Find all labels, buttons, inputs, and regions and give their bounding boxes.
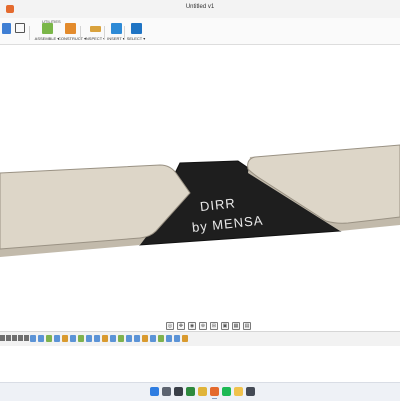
spotify-icon[interactable] — [222, 387, 231, 396]
orbit-icon[interactable]: ◎ — [166, 322, 174, 330]
timeline-feature[interactable] — [78, 335, 84, 342]
timeline-feature[interactable] — [46, 335, 52, 342]
toolbar-divider — [80, 26, 81, 40]
canvas-viewport[interactable]: DIRR by MENSA — [0, 45, 400, 330]
zoom-icon[interactable]: ⊕ — [199, 322, 207, 330]
toolbar-divider — [104, 26, 105, 40]
move-button[interactable] — [14, 23, 26, 43]
grid-icon[interactable]: ▦ — [232, 322, 240, 330]
ribbon-toolbar: UTILITIES ASSEMBLE ▾ CONSTRUCT ▾ INSPECT… — [0, 18, 400, 45]
app-icon[interactable] — [246, 387, 255, 396]
timeline-feature[interactable] — [110, 335, 116, 342]
construct-menu[interactable]: CONSTRUCT ▾ — [58, 23, 87, 43]
timeline-feature[interactable] — [94, 335, 100, 342]
timeline-feature[interactable] — [86, 335, 92, 342]
file-explorer-icon[interactable] — [234, 387, 243, 396]
fit-icon[interactable]: ⊞ — [210, 322, 218, 330]
chrome-icon[interactable] — [198, 387, 207, 396]
inspect-label: INSPECT ▾ — [84, 36, 106, 41]
navigation-bar: ◎ ✥ ◉ ⊕ ⊞ ▣ ▦ ▤ — [166, 322, 251, 331]
construct-icon — [64, 23, 76, 34]
play-icon[interactable] — [12, 335, 17, 341]
select-label: SELECT ▾ — [126, 36, 146, 41]
timeline-controls — [0, 335, 29, 341]
document-title: Untitled v1 — [185, 4, 215, 10]
insert-icon — [110, 23, 122, 34]
inspect-icon — [89, 26, 101, 32]
go-to-end-icon[interactable] — [24, 335, 29, 341]
title-bar: Untitled v1 — [0, 0, 400, 19]
step-back-icon[interactable] — [6, 335, 11, 341]
timeline-feature[interactable] — [30, 335, 36, 342]
task-view-icon[interactable] — [174, 387, 183, 396]
timeline-feature[interactable] — [174, 335, 180, 342]
timeline-feature[interactable] — [150, 335, 156, 342]
model-render: DIRR by MENSA — [0, 144, 400, 257]
timeline-feature[interactable] — [118, 335, 124, 342]
construct-label: CONSTRUCT ▾ — [58, 36, 87, 41]
timeline-feature[interactable] — [142, 335, 148, 342]
timeline-feature[interactable] — [70, 335, 76, 342]
desktop-background — [0, 346, 400, 382]
display-settings-icon[interactable]: ▣ — [221, 322, 229, 330]
fusion-taskbar-icon[interactable] — [210, 387, 219, 396]
windows-start-icon[interactable] — [150, 387, 159, 396]
select-icon — [130, 23, 142, 34]
timeline-feature[interactable] — [126, 335, 132, 342]
viewports-icon[interactable]: ▤ — [243, 322, 251, 330]
timeline-feature[interactable] — [166, 335, 172, 342]
new-component-icon — [1, 23, 11, 34]
inspect-menu[interactable]: INSPECT ▾ — [84, 23, 106, 43]
move-icon — [15, 23, 25, 33]
toolbar-divider — [124, 26, 125, 40]
timeline-feature[interactable] — [158, 335, 164, 342]
xbox-icon[interactable] — [186, 387, 195, 396]
timeline-feature[interactable] — [54, 335, 60, 342]
search-icon[interactable] — [162, 387, 171, 396]
timeline — [0, 331, 400, 347]
timeline-feature[interactable] — [62, 335, 68, 342]
look-at-icon[interactable]: ◉ — [188, 322, 196, 330]
step-forward-icon[interactable] — [18, 335, 23, 341]
timeline-feature[interactable] — [38, 335, 44, 342]
timeline-feature[interactable] — [134, 335, 140, 342]
insert-menu[interactable]: INSERT ▾ — [106, 23, 126, 43]
toolbar-divider — [29, 26, 30, 40]
timeline-feature[interactable] — [182, 335, 188, 342]
windows-taskbar — [0, 382, 400, 401]
active-app-indicator — [212, 398, 217, 399]
insert-label: INSERT ▾ — [107, 36, 125, 41]
assemble-icon — [41, 23, 53, 34]
new-component-button[interactable] — [0, 23, 12, 43]
select-menu[interactable]: SELECT ▾ — [126, 23, 146, 43]
timeline-feature[interactable] — [102, 335, 108, 342]
pan-icon[interactable]: ✥ — [177, 322, 185, 330]
go-to-start-icon[interactable] — [0, 335, 5, 341]
